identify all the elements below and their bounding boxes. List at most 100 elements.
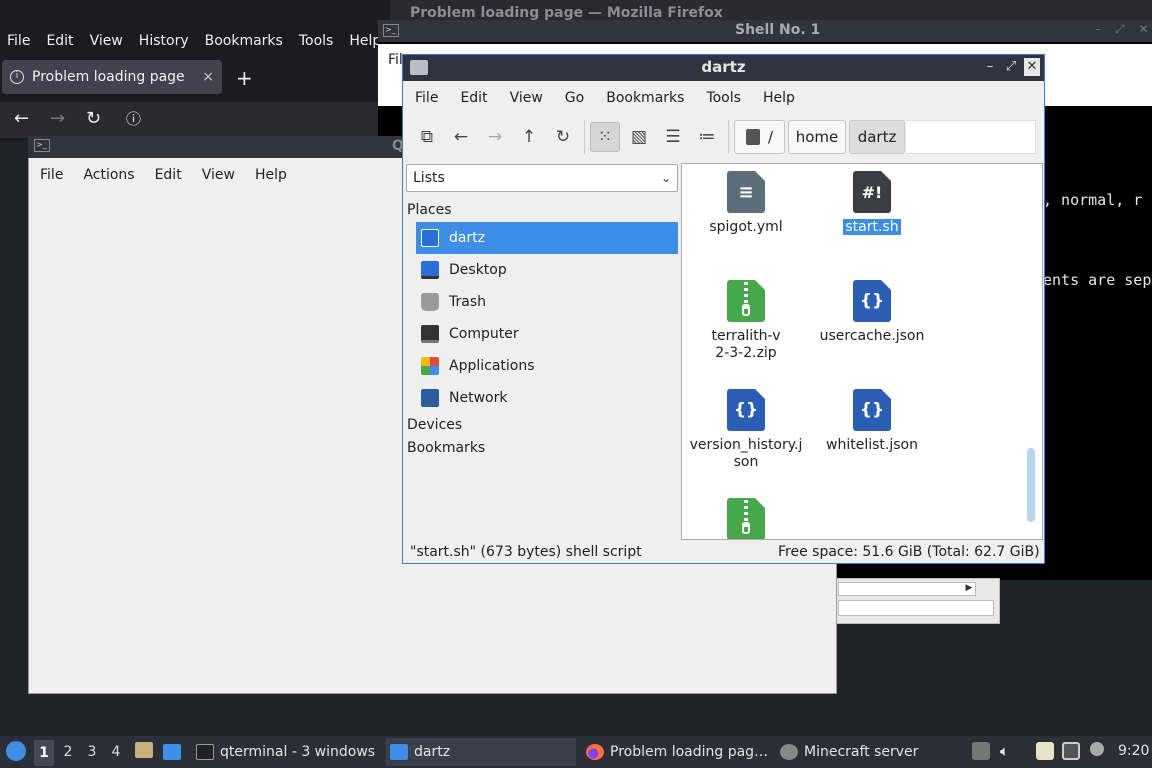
file-name: spigot.yml	[709, 219, 783, 235]
shell-input-row[interactable]	[838, 600, 994, 616]
firefox-menu-edit[interactable]: Edit	[38, 30, 81, 54]
shell-menu-file[interactable]: Fil	[388, 52, 403, 68]
clipboard-tray-icon[interactable]	[972, 742, 990, 760]
icon-view-icon[interactable]: ⁙	[590, 122, 620, 152]
sidebar-item-trash[interactable]: Trash	[416, 286, 678, 318]
site-info-icon[interactable]: ⓘ	[126, 108, 141, 129]
terminal-output-line: ents are sep	[1043, 271, 1152, 289]
notes-tray-icon[interactable]	[1036, 742, 1054, 760]
breadcrumb-root[interactable]: /	[734, 120, 785, 154]
reload-icon[interactable]: ↻	[548, 122, 578, 152]
sidebar-item-dartz[interactable]: dartz	[416, 222, 678, 254]
menu-help[interactable]: Help	[752, 86, 806, 110]
back-icon[interactable]: ←	[14, 108, 29, 129]
task-qterminal[interactable]: qterminal - 3 windows	[192, 738, 378, 766]
zip-archive-icon	[727, 498, 765, 539]
breadcrumb-home[interactable]: home	[788, 120, 846, 154]
forward-icon[interactable]: →	[480, 122, 510, 152]
sidebar-item-desktop[interactable]: Desktop	[416, 254, 678, 286]
workspace-3[interactable]: 3	[82, 744, 102, 760]
home-folder-icon	[421, 229, 439, 247]
forward-icon[interactable]: →	[50, 108, 65, 129]
file-item[interactable]: {} version_history.json	[684, 389, 808, 471]
detailed-view-icon[interactable]: ≔	[692, 122, 722, 152]
file-item[interactable]: ≡ spigot.yml	[684, 171, 808, 236]
menu-edit[interactable]: Edit	[449, 86, 498, 110]
sidebar-item-computer[interactable]: Computer	[416, 318, 678, 350]
close-icon[interactable]: ✕	[1024, 58, 1040, 76]
firefox-window-title: Problem loading page — Mozilla Firefox	[410, 5, 723, 21]
file-item[interactable]: {} whitelist.json	[810, 389, 934, 454]
breadcrumb-empty-area[interactable]	[906, 120, 1036, 154]
side-pane-mode-select[interactable]: Lists ⌄	[406, 164, 678, 192]
file-name: start.sh	[842, 218, 902, 236]
file-item[interactable]	[684, 498, 808, 539]
application-icon	[780, 744, 798, 760]
sidebar-item-label: Applications	[449, 358, 535, 374]
devices-header[interactable]: Devices	[407, 417, 462, 433]
firefox-menubar: File Edit View History Bookmarks Tools H…	[0, 30, 389, 54]
file-item[interactable]: {} usercache.json	[810, 280, 934, 345]
menu-bookmarks[interactable]: Bookmarks	[595, 86, 695, 110]
workspace-2[interactable]: 2	[58, 744, 78, 760]
folder-icon	[390, 744, 408, 760]
file-item-selected[interactable]: #! start.sh	[810, 171, 934, 236]
text-file-icon: ≡	[727, 171, 765, 213]
workspace-4[interactable]: 4	[106, 744, 126, 760]
qterminal-menu-help[interactable]: Help	[245, 164, 297, 186]
network-icon	[421, 389, 439, 407]
breadcrumb-dartz[interactable]: dartz	[849, 120, 905, 154]
menu-go[interactable]: Go	[554, 86, 595, 110]
terminal-icon: >_	[34, 139, 50, 152]
info-tray-icon[interactable]	[1090, 742, 1104, 756]
new-tab-button[interactable]: +	[236, 66, 253, 90]
maximize-icon[interactable]: ⤢	[1003, 58, 1019, 76]
back-icon[interactable]: ←	[446, 122, 476, 152]
file-item[interactable]: terralith-v2-3-2.zip	[684, 280, 808, 362]
info-icon: i	[10, 70, 24, 84]
network-tray-icon[interactable]	[1062, 742, 1080, 760]
task-firefox[interactable]: Problem loading pag…	[584, 738, 770, 766]
sidebar-item-applications[interactable]: Applications	[416, 350, 678, 382]
show-desktop-icon[interactable]	[163, 744, 181, 760]
qterminal-menu-edit[interactable]: Edit	[145, 164, 192, 186]
start-menu-icon[interactable]	[6, 741, 26, 761]
firefox-tab[interactable]: i Problem loading page ×	[2, 60, 222, 94]
breadcrumb-root-label: /	[767, 128, 774, 146]
thumbnail-view-icon[interactable]: ▧	[624, 122, 654, 152]
scroll-right-icon[interactable]: ▶	[962, 582, 976, 596]
qterminal-menu-view[interactable]: View	[192, 164, 245, 186]
workspace-1[interactable]: 1	[34, 740, 54, 766]
horizontal-scrollbar[interactable]	[838, 582, 976, 596]
vertical-scrollbar-thumb[interactable]	[1027, 448, 1035, 522]
task-label: dartz	[414, 744, 451, 760]
shell-window-controls[interactable]: –⤢✕	[1095, 22, 1152, 37]
reload-icon[interactable]: ↻	[86, 108, 101, 129]
task-dartz[interactable]: dartz	[386, 738, 576, 766]
tab-close-icon[interactable]: ×	[202, 69, 214, 85]
sidebar-item-network[interactable]: Network	[416, 382, 678, 414]
menu-file[interactable]: File	[404, 86, 449, 110]
computer-icon	[421, 325, 439, 343]
drive-icon	[745, 129, 760, 145]
minimize-icon[interactable]: –	[982, 58, 998, 76]
volume-icon[interactable]: 🔈︎	[1000, 742, 1018, 760]
firefox-menu-history[interactable]: History	[131, 30, 197, 54]
firefox-menu-bookmarks[interactable]: Bookmarks	[197, 30, 291, 54]
menu-view[interactable]: View	[499, 86, 554, 110]
firefox-menu-file[interactable]: File	[0, 30, 38, 54]
up-icon[interactable]: ↑	[514, 122, 544, 152]
qterminal-menu-file[interactable]: File	[30, 164, 73, 186]
firefox-menu-view[interactable]: View	[82, 30, 131, 54]
new-tab-icon[interactable]: ⧉	[412, 122, 442, 152]
firefox-menu-tools[interactable]: Tools	[291, 30, 342, 54]
menu-tools[interactable]: Tools	[695, 86, 752, 110]
bookmarks-header[interactable]: Bookmarks	[407, 440, 485, 456]
terminal-icon: >_	[383, 24, 399, 37]
qterminal-menu-actions[interactable]: Actions	[73, 164, 144, 186]
clock[interactable]: 9:20	[1118, 743, 1149, 759]
compact-view-icon[interactable]: ☰	[658, 122, 688, 152]
task-minecraft-server[interactable]: Minecraft server	[778, 738, 938, 766]
file-view[interactable]: ≡ spigot.yml #! start.sh terralith-v2-3-…	[681, 163, 1043, 540]
file-manager-launcher-icon[interactable]	[135, 742, 153, 758]
